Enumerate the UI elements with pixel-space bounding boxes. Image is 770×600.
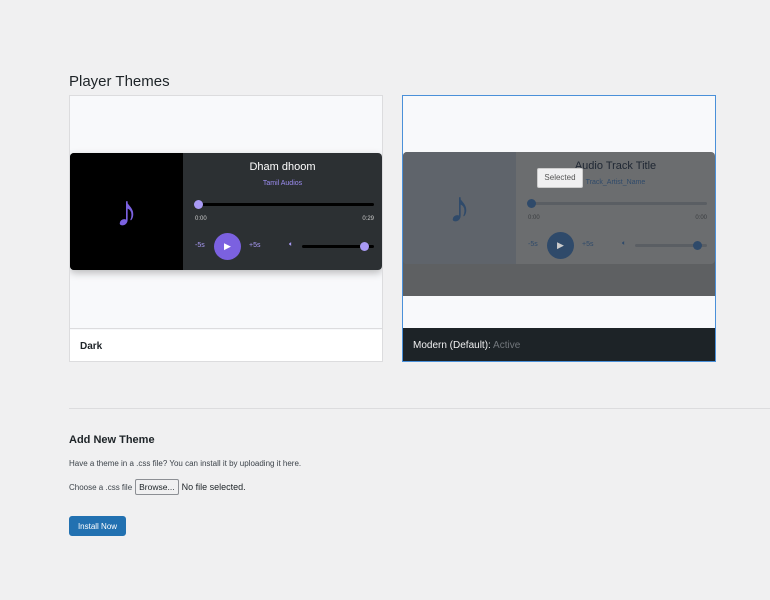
divider — [69, 408, 770, 409]
seek-bar[interactable] — [194, 200, 374, 209]
theme-name: Modern (Default): Active — [403, 328, 715, 361]
forward-button[interactable]: +5s — [249, 242, 260, 249]
album-art: ♪ — [403, 152, 516, 264]
play-button[interactable]: ▶ — [547, 232, 574, 259]
player-preview: ♪ Dham dhoom Tamil Audios 0:00 0:29 -5s … — [70, 153, 382, 270]
file-upload-row: Choose a .css file Browse... No file sel… — [69, 479, 246, 495]
track-title: Dham dhoom — [249, 161, 316, 173]
theme-card-modern[interactable]: ♪ Audio Track Title Track_Artist_Name 0:… — [402, 95, 716, 362]
selected-badge: Selected — [537, 168, 583, 188]
album-art: ♪ — [70, 153, 183, 270]
duration: 0:29 — [362, 216, 374, 222]
rewind-button[interactable]: -5s — [528, 241, 538, 248]
volume-icon: 🔈︎ — [289, 241, 294, 248]
theme-preview: ♪ Dham dhoom Tamil Audios 0:00 0:29 -5s … — [70, 96, 382, 330]
seek-knob[interactable] — [527, 199, 536, 208]
browse-button[interactable]: Browse... — [135, 479, 179, 495]
add-theme-heading: Add New Theme — [69, 434, 155, 446]
forward-button[interactable]: +5s — [582, 241, 593, 248]
track-artist: Tamil Audios — [262, 180, 303, 187]
volume-knob[interactable] — [692, 241, 702, 250]
volume-icon: 🔈︎ — [622, 240, 627, 247]
play-button[interactable]: ▶ — [214, 233, 241, 260]
current-time: 0:00 — [528, 215, 540, 221]
theme-name: Dark — [70, 328, 382, 361]
install-now-button[interactable]: Install Now — [69, 516, 126, 536]
music-note-icon: ♪ — [448, 183, 471, 232]
volume-slider[interactable] — [302, 242, 374, 251]
volume-slider[interactable] — [635, 241, 707, 250]
rewind-button[interactable]: -5s — [195, 242, 205, 249]
seek-knob[interactable] — [194, 200, 203, 209]
duration: 0:00 — [695, 215, 707, 221]
music-note-icon: ♪ — [115, 186, 138, 236]
theme-card-dark[interactable]: ♪ Dham dhoom Tamil Audios 0:00 0:29 -5s … — [69, 95, 383, 362]
play-icon: ▶ — [224, 241, 231, 251]
play-icon: ▶ — [557, 240, 564, 250]
active-status: Active — [493, 340, 521, 351]
add-theme-description: Have a theme in a .css file? You can ins… — [69, 459, 302, 468]
theme-preview: ♪ Audio Track Title Track_Artist_Name 0:… — [403, 96, 715, 330]
current-time: 0:00 — [195, 216, 207, 222]
file-label: Choose a .css file — [69, 482, 133, 492]
file-status: No file selected. — [181, 482, 246, 492]
page-title: Player Themes — [69, 73, 170, 90]
volume-knob[interactable] — [359, 242, 369, 251]
seek-bar[interactable] — [527, 199, 707, 208]
